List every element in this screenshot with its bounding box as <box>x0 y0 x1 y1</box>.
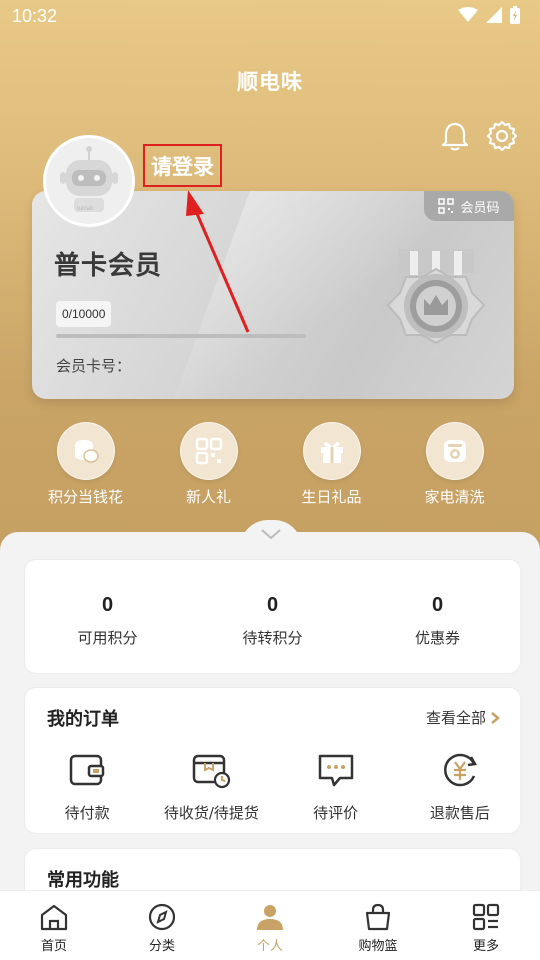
chevron-down-icon[interactable] <box>259 527 283 541</box>
signal-icon <box>486 7 502 23</box>
tab-label: 购物篮 <box>358 939 398 954</box>
view-all-orders-link[interactable]: 查看全部 <box>426 707 500 728</box>
refund-yen-icon <box>443 753 477 787</box>
stat-coupons[interactable]: 0 优惠券 <box>355 560 520 673</box>
stat-available-points[interactable]: 0 可用积分 <box>25 560 190 673</box>
quick-action-points-as-cash[interactable]: 积分当钱花 <box>24 422 147 507</box>
view-all-label: 查看全部 <box>425 709 486 727</box>
grid-more-icon <box>472 903 500 931</box>
orders-title: 我的订单 <box>47 709 119 730</box>
status-icons <box>458 6 520 24</box>
tab-label: 个人 <box>256 939 283 954</box>
tab-label: 首页 <box>40 939 67 954</box>
my-orders-card: 我的订单 查看全部 待付款 待收货/待提货 待评价 退款售后 <box>24 687 521 834</box>
comment-icon <box>318 754 353 787</box>
stat-value: 0 <box>266 594 279 616</box>
quick-action-label: 家电清洗 <box>424 488 485 506</box>
annotation-arrow <box>186 190 250 333</box>
page-title: 顺电味 <box>237 70 303 94</box>
wifi-icon <box>458 7 478 22</box>
order-pending-payment[interactable]: 待付款 <box>25 750 149 823</box>
functions-title: 常用功能 <box>47 870 119 891</box>
member-code-button[interactable]: 会员码 <box>424 191 514 221</box>
member-level-title: 普卡会员 <box>54 251 163 281</box>
qr-code-icon <box>438 198 455 214</box>
stat-pending-points[interactable]: 0 待转积分 <box>190 560 355 673</box>
order-refund-aftersale[interactable]: 退款售后 <box>398 750 522 823</box>
tab-basket[interactable]: 购物篮 <box>324 891 432 960</box>
points-progress-text: 0/10000 <box>56 301 112 327</box>
gift-icon <box>302 422 361 480</box>
gear-icon[interactable] <box>486 120 518 152</box>
tab-profile[interactable]: 个人 <box>216 891 324 960</box>
package-clock-icon <box>193 754 231 789</box>
wallet-icon <box>69 754 105 786</box>
avatar[interactable] <box>43 135 135 227</box>
quick-action-newcomer-gift[interactable]: 新人礼 <box>147 422 270 507</box>
tab-label: 更多 <box>472 939 499 954</box>
appliance-icon <box>425 422 484 480</box>
quick-action-label: 生日礼品 <box>301 488 362 506</box>
basket-icon <box>365 903 391 931</box>
person-icon <box>257 905 283 930</box>
points-summary-card: 0 可用积分 0 待转积分 0 优惠券 <box>24 559 521 674</box>
stat-label: 优惠券 <box>414 629 460 647</box>
card-number-label: 会员卡号： <box>56 357 132 375</box>
order-pending-review[interactable]: 待评价 <box>274 750 398 823</box>
stat-value: 0 <box>101 594 114 616</box>
quick-action-label: 积分当钱花 <box>47 488 123 506</box>
quick-action-birthday-gift[interactable]: 生日礼品 <box>270 422 393 507</box>
status-time: 10:32 <box>12 6 58 26</box>
order-pending-delivery[interactable]: 待收货/待提货 <box>149 750 273 823</box>
quick-actions: 积分当钱花 新人礼 生日礼品 家电清洗 <box>24 422 516 507</box>
tab-category[interactable]: 分类 <box>108 891 216 960</box>
compass-icon <box>148 903 176 931</box>
tab-home[interactable]: 首页 <box>0 891 108 960</box>
tab-label: 分类 <box>148 939 175 954</box>
qr-grid-icon <box>179 422 238 480</box>
order-status-row: 待付款 待收货/待提货 待评价 退款售后 <box>25 750 522 823</box>
stat-label: 待转积分 <box>242 629 303 647</box>
order-label: 退款售后 <box>429 804 490 822</box>
order-label: 待付款 <box>64 804 110 822</box>
coins-icon <box>56 422 115 480</box>
home-icon <box>40 904 68 931</box>
tab-more[interactable]: 更多 <box>432 891 540 960</box>
quick-action-label: 新人礼 <box>185 488 231 506</box>
silver-medal-icon <box>386 249 486 361</box>
avatar-caption: tunlab <box>77 206 94 212</box>
member-code-label: 会员码 <box>460 200 500 216</box>
status-bar: 10:32 <box>0 0 540 34</box>
order-label: 待评价 <box>313 804 359 822</box>
order-label: 待收货/待提货 <box>163 804 259 822</box>
battery-icon <box>510 6 520 24</box>
bell-icon[interactable] <box>440 120 470 152</box>
bottom-tab-bar: 首页 分类 个人 购物篮 更多 <box>0 890 540 960</box>
quick-action-appliance-cleaning[interactable]: 家电清洗 <box>393 422 516 507</box>
stat-label: 可用积分 <box>77 629 138 647</box>
chevron-right-icon <box>491 711 500 724</box>
stat-value: 0 <box>431 594 444 616</box>
